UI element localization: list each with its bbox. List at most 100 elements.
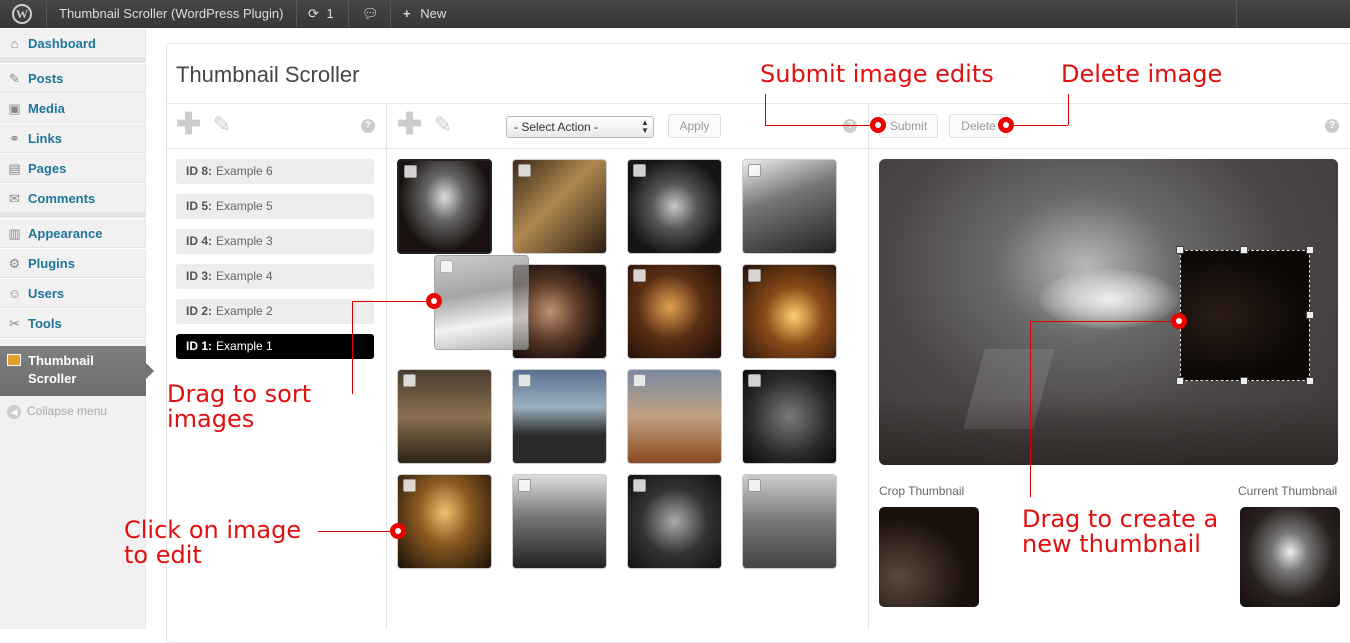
crop-handle[interactable] — [1306, 246, 1314, 254]
annotation-edit: Click on image to edit — [124, 516, 302, 569]
crop-handle[interactable] — [1240, 377, 1248, 385]
refresh-icon: ⟳ — [308, 6, 319, 21]
image-select-checkbox[interactable] — [748, 164, 761, 177]
image-thumbnail[interactable] — [397, 474, 492, 569]
crop-handle[interactable] — [1176, 246, 1184, 254]
image-thumbnail[interactable] — [627, 369, 722, 464]
annotation-marker — [1171, 313, 1187, 329]
annotation-marker — [998, 117, 1014, 133]
collapse-menu-button[interactable]: ◀ Collapse menu — [7, 404, 107, 419]
new-content-link[interactable]: + New — [403, 0, 446, 28]
image-select-checkbox[interactable] — [633, 479, 646, 492]
leader-line — [1030, 321, 1031, 497]
help-icon[interactable]: ? — [843, 119, 857, 133]
edit-scroller-pencil-icon[interactable]: ✎ — [210, 113, 234, 137]
image-thumbnail[interactable] — [742, 474, 837, 569]
image-thumbnail[interactable] — [627, 264, 722, 359]
plus-icon: + — [403, 6, 411, 21]
image-thumbnail[interactable] — [742, 264, 837, 359]
wordpress-logo-icon[interactable]: W — [12, 4, 32, 24]
sidebar-item-dashboard[interactable]: ⌂ Dashboard — [0, 28, 146, 58]
users-icon: ☺ — [7, 286, 22, 301]
sidebar-item-plugins[interactable]: ⚙ Plugins — [0, 248, 146, 278]
scroller-id: ID 4: — [186, 234, 213, 248]
add-scroller-icon[interactable]: ✚ — [176, 110, 201, 140]
sidebar-item-pages[interactable]: ▤ Pages — [0, 153, 146, 183]
image-select-checkbox[interactable] — [403, 479, 416, 492]
sidebar-item-label: Pages — [28, 161, 67, 176]
image-select-checkbox[interactable] — [440, 260, 453, 273]
scroller-list-item[interactable]: ID 3: Example 4 — [176, 264, 374, 289]
image-select-checkbox[interactable] — [403, 374, 416, 387]
crop-handle[interactable] — [1306, 377, 1314, 385]
comments-link[interactable]: 💬︎ — [362, 0, 379, 28]
updates-count: 1 — [326, 6, 334, 21]
apply-button[interactable]: Apply — [668, 114, 721, 138]
scroller-list-item[interactable]: ID 4: Example 3 — [176, 229, 374, 254]
leader-line — [1006, 125, 1068, 126]
sidebar-item-label: Links — [28, 131, 62, 146]
scroller-list-item[interactable]: ID 8: Example 6 — [176, 159, 374, 184]
crop-handle[interactable] — [1240, 246, 1248, 254]
image-thumbnail[interactable] — [512, 159, 607, 254]
help-icon[interactable]: ? — [1325, 119, 1339, 133]
appearance-icon: ▥ — [8, 226, 21, 241]
image-select-checkbox[interactable] — [748, 269, 761, 282]
image-thumbnail[interactable] — [512, 369, 607, 464]
image-select-checkbox[interactable] — [633, 374, 646, 387]
sidebar-item-appearance[interactable]: ▥ Appearance — [0, 218, 146, 248]
scroller-id: ID 1: — [186, 339, 213, 353]
link-icon: ⚭ — [9, 131, 20, 146]
divider — [166, 148, 1350, 149]
scroller-list-item[interactable]: ID 5: Example 5 — [176, 194, 374, 219]
pages-icon: ▤ — [8, 161, 21, 176]
scroller-list-item[interactable]: ID 2: Example 2 — [176, 299, 374, 324]
image-thumbnail[interactable] — [742, 159, 837, 254]
image-thumbnail[interactable] — [742, 369, 837, 464]
scroller-name: Example 4 — [216, 269, 273, 283]
scroller-name: Example 2 — [216, 304, 273, 318]
add-image-icon[interactable]: ✚ — [397, 110, 422, 140]
sidebar-item-users[interactable]: ☺ Users — [0, 278, 146, 308]
image-select-checkbox[interactable] — [748, 374, 761, 387]
help-icon[interactable]: ? — [361, 119, 375, 133]
image-select-checkbox[interactable] — [518, 164, 531, 177]
crop-selection[interactable] — [1180, 250, 1310, 381]
plug-icon: ⚙ — [8, 256, 21, 271]
image-select-checkbox[interactable] — [404, 165, 417, 178]
separator — [1236, 0, 1237, 28]
image-thumbnail[interactable] — [512, 474, 607, 569]
scroller-list-item[interactable]: ID 1: Example 1 — [176, 334, 374, 359]
sidebar-item-links[interactable]: ⚭ Links — [0, 123, 146, 153]
updates-link[interactable]: ⟳ 1 — [308, 0, 334, 28]
dragged-image-thumbnail[interactable] — [434, 255, 529, 350]
image-select-checkbox[interactable] — [748, 479, 761, 492]
submit-button[interactable]: Submit — [879, 114, 938, 138]
crop-handle[interactable] — [1176, 377, 1184, 385]
sidebar-item-comments[interactable]: ✉ Comments — [0, 183, 146, 213]
image-select-checkbox[interactable] — [518, 479, 531, 492]
sidebar-item-label: Media — [28, 101, 65, 116]
edit-image-pencil-icon[interactable]: ✎ — [431, 113, 455, 137]
admin-bar: W Thumbnail Scroller (WordPress Plugin) … — [0, 0, 1350, 28]
sidebar-item-media[interactable]: ▣ Media — [0, 93, 146, 123]
tools-icon: ✂ — [9, 316, 20, 331]
leader-line — [1030, 321, 1179, 322]
image-select-checkbox[interactable] — [633, 164, 646, 177]
site-title-link[interactable]: Thumbnail Scroller (WordPress Plugin) — [59, 0, 283, 28]
sidebar-item-posts[interactable]: ✎ Posts — [0, 63, 146, 93]
image-select-checkbox[interactable] — [518, 374, 531, 387]
bulk-action-select[interactable]: - Select Action - ▲ ▼ — [506, 116, 654, 138]
sidebar-item-tools[interactable]: ✂ Tools — [0, 308, 146, 338]
current-thumbnail-label: Current Thumbnail — [1238, 484, 1338, 498]
crop-handle[interactable] — [1306, 311, 1314, 319]
sidebar-item-thumbnail-scroller[interactable]: Thumbnail Scroller — [0, 346, 154, 396]
image-thumbnail[interactable] — [397, 159, 492, 254]
image-select-checkbox[interactable] — [633, 269, 646, 282]
image-thumbnail[interactable] — [397, 369, 492, 464]
scroller-name: Example 3 — [216, 234, 273, 248]
leader-line — [352, 301, 353, 394]
image-thumbnail[interactable] — [627, 474, 722, 569]
comment-icon: ✉ — [9, 191, 20, 206]
image-thumbnail[interactable] — [627, 159, 722, 254]
